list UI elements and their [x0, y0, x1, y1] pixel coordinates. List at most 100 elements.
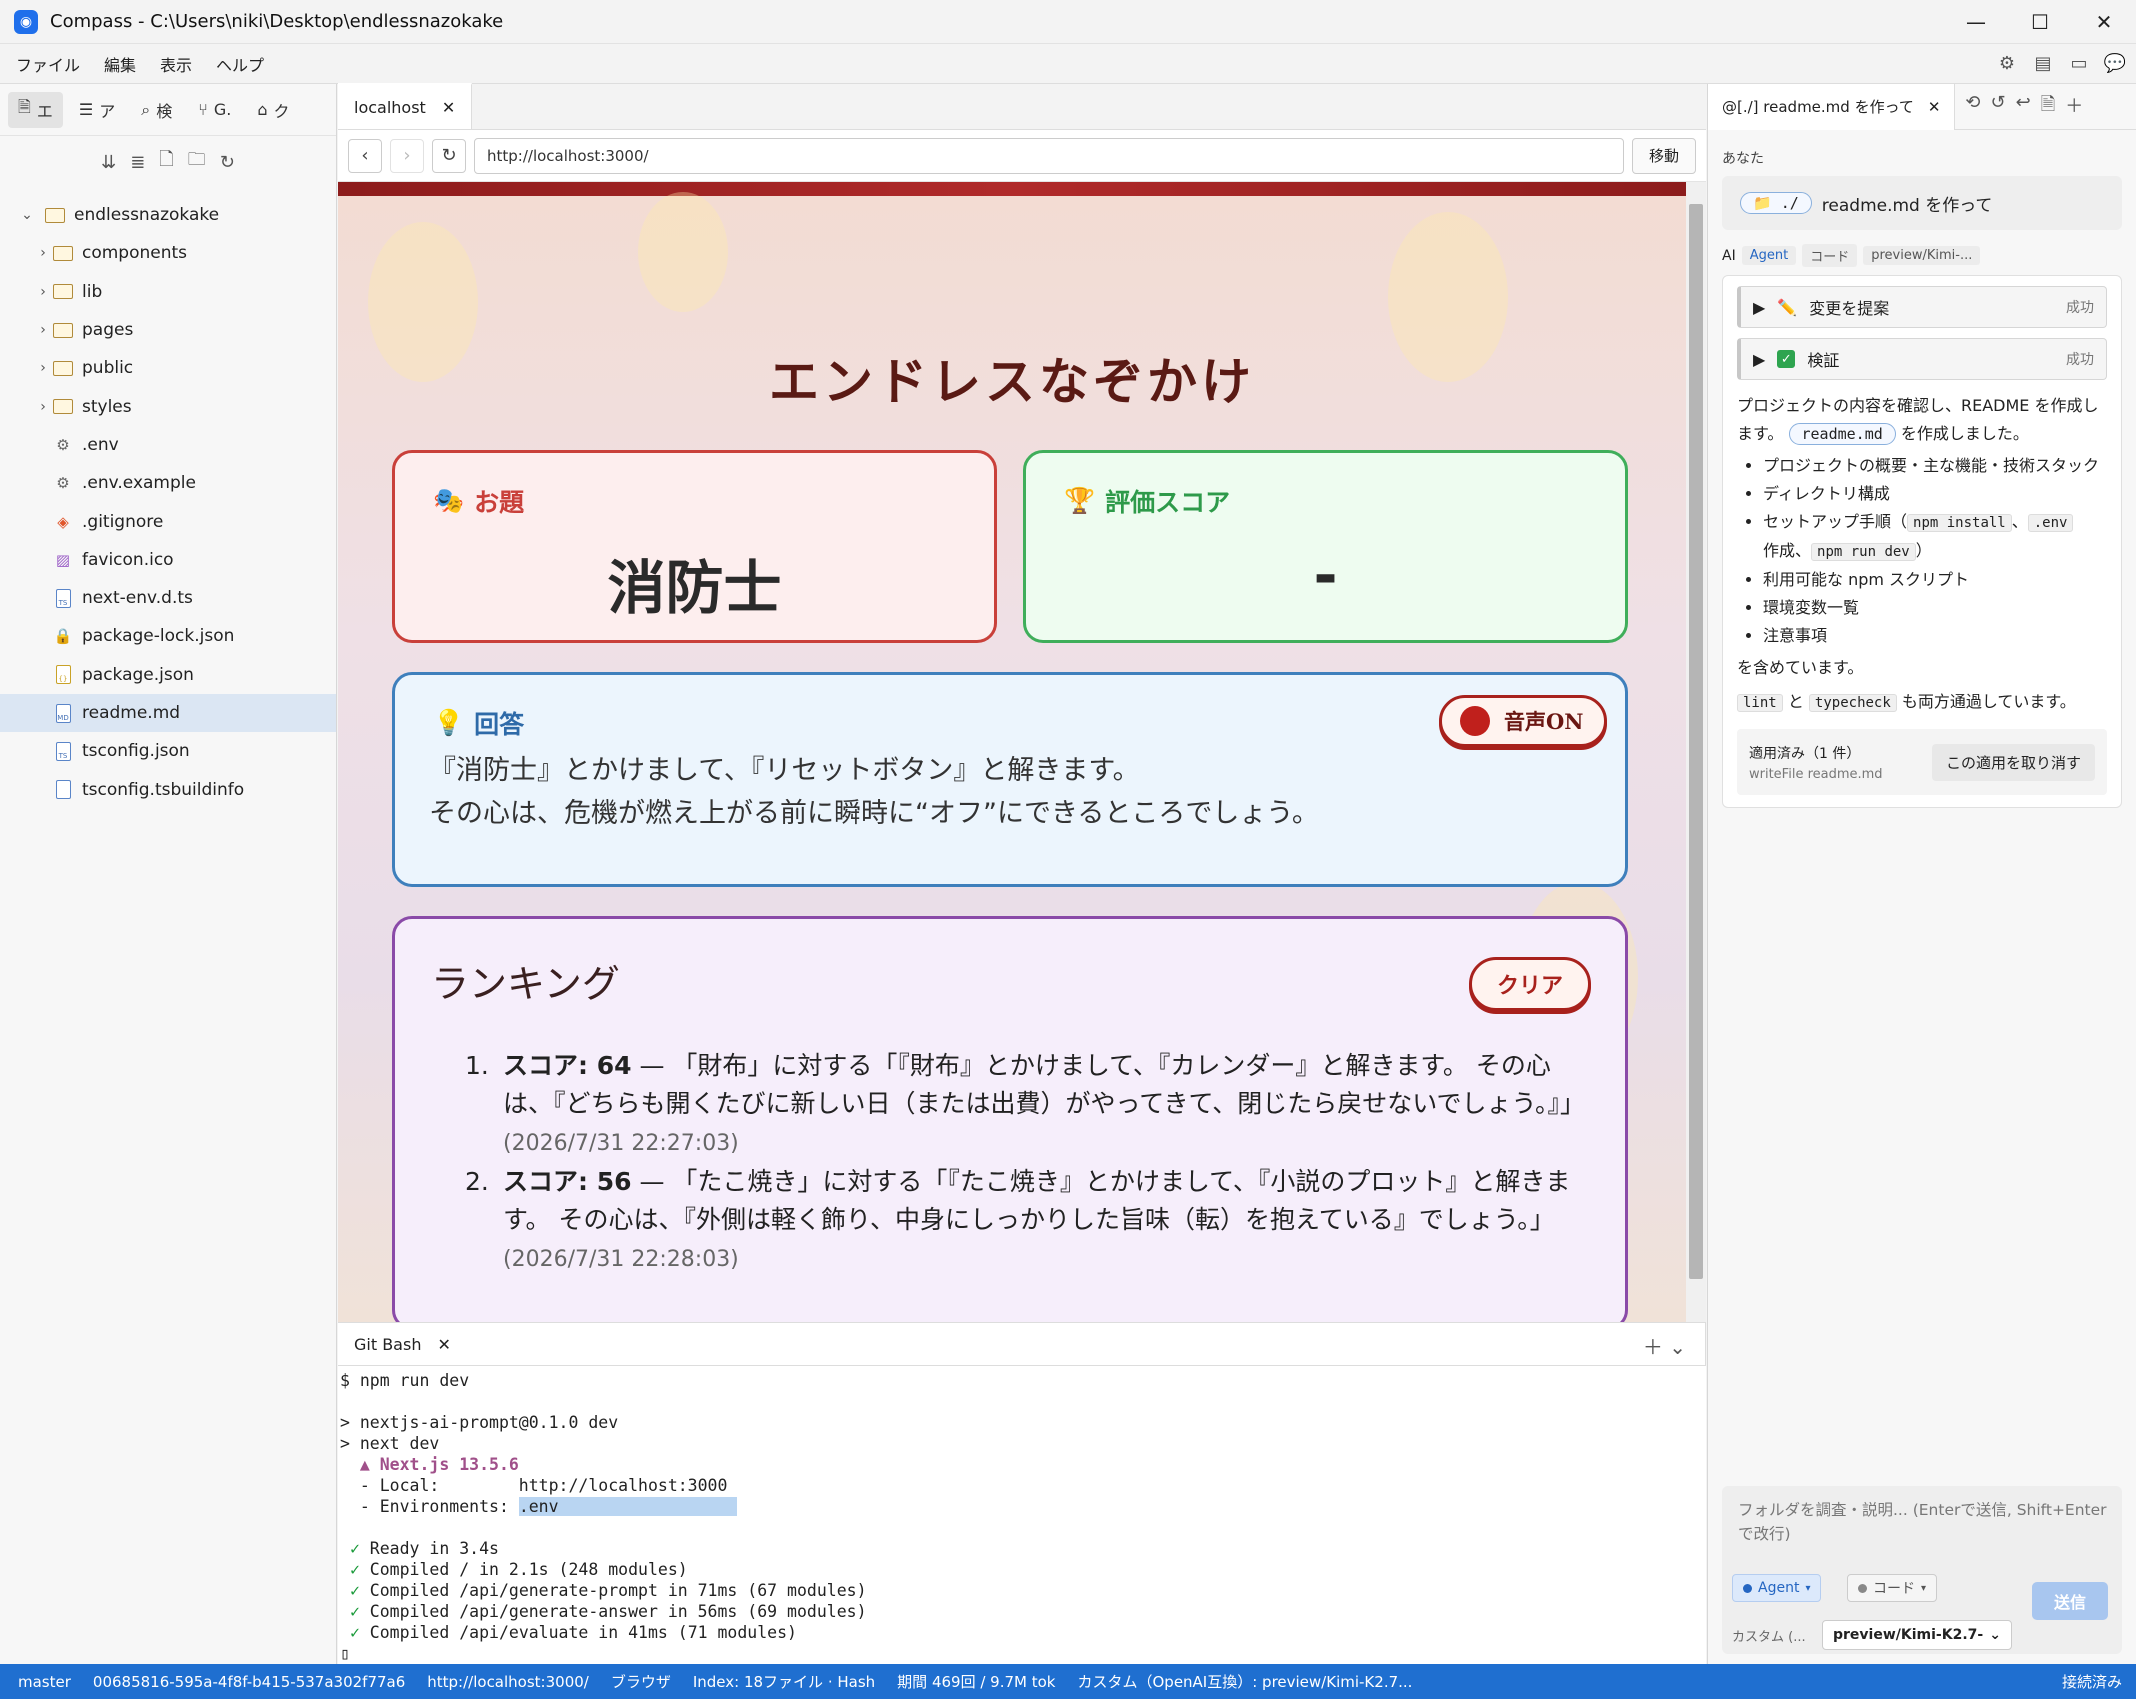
step-verify[interactable]: ▶ ✓ 検証 成功 — [1737, 338, 2107, 380]
new-terminal-icon[interactable]: ＋ ⌄ — [1643, 1331, 1686, 1360]
step-propose[interactable]: ▶ ✏️ 変更を提案 成功 — [1737, 286, 2107, 328]
applied-changes: 適用済み（1 件） writeFile readme.md この適用を取り消す — [1737, 729, 2107, 795]
toggle-chat-icon[interactable]: 💬 — [2102, 48, 2128, 78]
folder-icon — [52, 244, 74, 262]
reload-button[interactable]: ↻ — [432, 138, 466, 173]
folder-icon — [52, 283, 74, 301]
scroll-thumb[interactable] — [1689, 204, 1703, 1279]
tab-package[interactable]: ⌂ ク — [247, 92, 299, 128]
tree-file[interactable]: {} package.json — [0, 656, 336, 694]
explorer-toolbar: ⇊ ≣ 🗋 🗀 ↻ — [0, 136, 336, 188]
revert-icon[interactable]: ↩ — [2016, 92, 2031, 122]
menu-view[interactable]: 表示 — [160, 52, 192, 76]
tab-git[interactable]: ⑂ G. — [188, 92, 241, 128]
folder-icon — [52, 321, 74, 339]
ranking-item: 1. スコア: 64 — 「財布」に対する「『財布』とかけまして、『カレンダー』… — [465, 1051, 1586, 1156]
tree-label: .gitignore — [82, 511, 164, 532]
tree-folder[interactable]: › components — [0, 234, 336, 272]
tree-folder[interactable]: › pages — [0, 311, 336, 349]
send-button[interactable]: 送信 — [2032, 1582, 2108, 1620]
chat-input[interactable]: フォルダを調査・説明... (Enterで送信, Shift+Enterで改行) — [1738, 1498, 2108, 1546]
chat-tab[interactable]: @[./] readme.md を作って ✕ — [1708, 83, 1956, 130]
new-chat-icon[interactable]: ＋ — [2065, 92, 2083, 122]
tree-file[interactable]: TS tsconfig.json — [0, 732, 336, 770]
tree-label: favicon.ico — [82, 549, 174, 570]
undo-apply-button[interactable]: この適用を取り消す — [1931, 743, 2095, 781]
close-window-button[interactable]: ✕ — [2072, 0, 2136, 44]
model-tag: preview/Kimi-... — [1863, 246, 1981, 265]
ranking-item: 2. スコア: 56 — 「たこ焼き」に対する「『たこ焼き』とかけまして、『小説… — [465, 1167, 1571, 1272]
theme-heading: 🎭 お題 — [433, 486, 525, 517]
tree-file[interactable]: tsconfig.tsbuildinfo — [0, 770, 336, 808]
tree-root-folder[interactable]: ⌄ endlessnazokake — [0, 196, 336, 234]
url-input[interactable] — [474, 137, 1624, 174]
go-button[interactable]: 移動 — [1631, 137, 1696, 174]
chevron-right-icon: › — [40, 398, 46, 415]
lantern-decoration — [638, 192, 728, 312]
status-index: Index: 18ファイル · Hash — [692, 1673, 876, 1691]
file-chip[interactable]: readme.md — [1788, 423, 1896, 445]
tab-outline[interactable]: ☰ ア — [69, 92, 125, 128]
tree-file[interactable]: ◈ .gitignore — [0, 502, 336, 540]
minimize-button[interactable]: — — [1944, 0, 2008, 44]
forward-button[interactable]: › — [390, 138, 424, 173]
history-icon[interactable]: ⟲ — [1965, 92, 1980, 122]
menu-edit[interactable]: 編集 — [104, 52, 136, 76]
settings-gear-icon[interactable]: ⚙ — [1994, 48, 2020, 78]
back-button[interactable]: ‹ — [348, 138, 382, 173]
chat-composer: フォルダを調査・説明... (Enterで送信, Shift+Enterで改行)… — [1722, 1486, 2122, 1654]
tree-folder[interactable]: › public — [0, 349, 336, 387]
maximize-button[interactable]: ☐ — [2008, 0, 2072, 44]
ai-response: ▶ ✏️ 変更を提案 成功 ▶ ✓ 検証 成功 プロジェクトの内容を確認し、RE… — [1722, 275, 2122, 808]
tab-git-bash[interactable]: Git Bash ✕ — [338, 1323, 1706, 1365]
tree-label: public — [82, 358, 134, 379]
expand-all-icon[interactable]: ≣ — [130, 152, 145, 173]
menu-file[interactable]: ファイル — [16, 52, 80, 76]
close-tab-icon[interactable]: ✕ — [437, 1335, 450, 1354]
mode-tag: コード — [1802, 244, 1858, 267]
tab-search[interactable]: ⌕ 検 — [131, 92, 182, 128]
terminal-output[interactable]: $ npm run dev > nextjs-ai-prompt@0.1.0 d… — [338, 1366, 1706, 1666]
voice-toggle-button[interactable]: 音声ON — [1439, 695, 1607, 747]
center-pane: localhost ✕ ‹ › ↻ 移動 エンドレスなぞかけ 🎭 お題 消防士 … — [338, 83, 1706, 1666]
close-tab-icon[interactable]: ✕ — [442, 98, 455, 117]
checkbox-checked-icon: ✓ — [1777, 350, 1796, 368]
menu-help[interactable]: ヘルプ — [216, 52, 264, 76]
tab-localhost[interactable]: localhost ✕ — [338, 83, 473, 129]
toggle-terminal-icon[interactable]: ▭ — [2066, 48, 2092, 78]
ranking-card: ランキング クリア 1. スコア: 64 — 「財布」に対する「『財布』とかけま… — [392, 916, 1628, 1322]
collapse-all-icon[interactable]: ⇊ — [101, 152, 116, 173]
tree-folder[interactable]: › lib — [0, 273, 336, 311]
tab-explorer[interactable]: 🗎 エ — [8, 91, 63, 128]
undo-icon[interactable]: ↺ — [1991, 92, 2006, 122]
status-view: ブラウザ — [610, 1673, 671, 1691]
code-mode-toggle[interactable]: コード ▾ — [1847, 1574, 1938, 1602]
ai-message-body: プロジェクトの内容を確認し、README を作成します。 readme.md を… — [1737, 392, 2107, 717]
agent-mode-toggle[interactable]: Agent ▾ — [1732, 1574, 1822, 1602]
explorer-icon: 🗎 — [18, 97, 31, 116]
chevron-down-icon: ⌄ — [21, 207, 33, 224]
tree-label: .env — [82, 434, 119, 455]
status-branch[interactable]: master — [18, 1673, 71, 1691]
feature-list: プロジェクトの概要・主な機能・技術スタック ディレクトリ構成 セットアップ手順（… — [1737, 452, 2107, 650]
close-tab-icon[interactable]: ✕ — [1928, 98, 1941, 116]
clear-ranking-button[interactable]: クリア — [1469, 957, 1591, 1011]
url-bar: ‹ › ↻ 移動 — [338, 130, 1706, 182]
new-file-icon[interactable]: 🗋 — [159, 147, 173, 177]
refresh-icon[interactable]: ↻ — [220, 152, 235, 173]
model-select[interactable]: preview/Kimi-K2.7- ⌄ — [1822, 1620, 2012, 1650]
tree-label: styles — [82, 396, 132, 417]
toggle-sidebar-icon[interactable]: ▤ — [2030, 48, 2056, 78]
viewport-scrollbar[interactable] — [1686, 182, 1706, 1322]
tree-file[interactable]: TS next-env.d.ts — [0, 579, 336, 617]
tree-label: package-lock.json — [82, 626, 235, 647]
tree-folder[interactable]: › styles — [0, 387, 336, 425]
tree-file[interactable]: ▨ favicon.ico — [0, 541, 336, 579]
tree-file[interactable]: ⚙ .env — [0, 426, 336, 464]
document-icon[interactable]: 🗎 — [2041, 92, 2055, 122]
answer-text: 『消防士』とかけまして、『リセットボタン』と解きます。 その心は、危機が燃え上が… — [429, 755, 1319, 829]
tree-file[interactable]: MD readme.md — [0, 693, 336, 733]
tree-file[interactable]: ⚙ .env.example — [0, 464, 336, 502]
tree-file[interactable]: 🔒 package-lock.json — [0, 617, 336, 655]
new-folder-icon[interactable]: 🗀 — [188, 147, 206, 177]
